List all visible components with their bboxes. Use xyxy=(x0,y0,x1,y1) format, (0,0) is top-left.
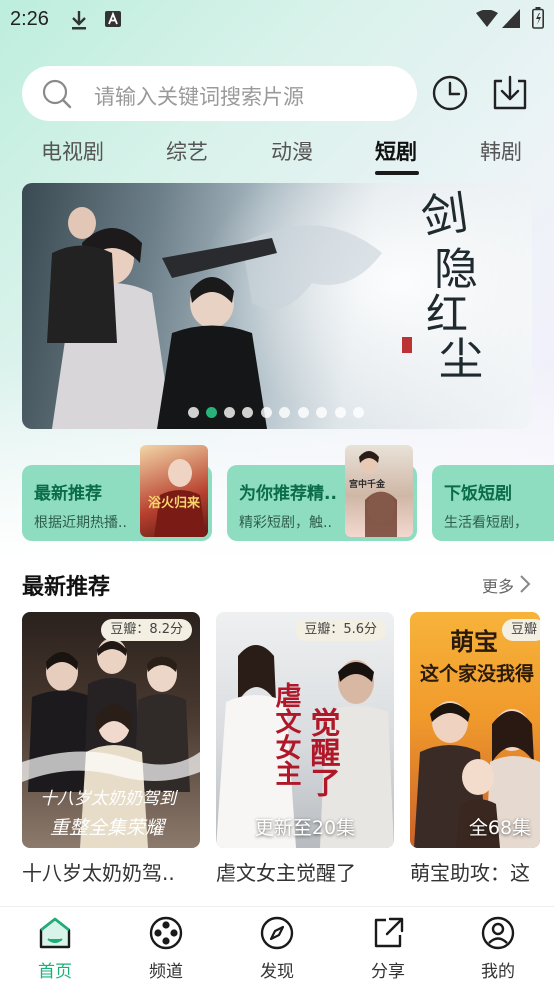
battery-icon xyxy=(532,7,544,29)
nav-home[interactable]: 首页 xyxy=(20,915,90,984)
poster-art-text: 虐文女主 xyxy=(271,682,301,786)
category-card-subtitle: 生活看短剧， xyxy=(444,515,528,531)
chevron-right-icon[interactable] xyxy=(519,574,531,594)
compass-icon xyxy=(260,916,294,950)
share-icon xyxy=(374,917,404,948)
poster-art-text: 十八岁太奶奶驾到 xyxy=(40,789,179,809)
tab-tv-series[interactable]: 电视剧 xyxy=(41,136,104,166)
download-icon[interactable] xyxy=(490,73,530,113)
nav-label: 首页 xyxy=(38,962,72,982)
episode-count: 全68集 xyxy=(468,817,532,839)
svg-text:剑: 剑 xyxy=(418,189,471,245)
banner-dot[interactable] xyxy=(188,407,199,418)
nav-discover[interactable]: 发现 xyxy=(242,915,312,984)
douban-score-badge: 豆瓣：5.6分 xyxy=(295,619,386,641)
history-clock-icon[interactable] xyxy=(430,73,470,113)
banner-dot[interactable] xyxy=(279,407,290,418)
banner-dot[interactable] xyxy=(353,407,364,418)
banner-dot[interactable] xyxy=(335,407,346,418)
nav-label: 发现 xyxy=(260,962,294,982)
category-card-title: 最新推荐 xyxy=(34,484,102,504)
banner-dot[interactable] xyxy=(261,407,272,418)
poster-art-text: 萌宝 xyxy=(450,627,498,656)
category-card-subtitle: 根据近期热播.. xyxy=(34,515,127,531)
category-poster-art: 浴火归来 xyxy=(148,459,206,537)
poster-title[interactable]: 虐文女主觉醒了 xyxy=(216,857,394,886)
banner-dot[interactable] xyxy=(242,407,253,418)
tab-short-drama[interactable]: 短剧 xyxy=(375,136,417,166)
poster-card[interactable]: 虐文女主 觉醒了 豆瓣：5.6分 更新至20集 xyxy=(216,612,394,848)
poster-artwork: 十八岁太奶奶驾到 重整全集荣耀 xyxy=(22,638,200,848)
tab-variety[interactable]: 综艺 xyxy=(166,136,208,166)
poster-title[interactable]: 萌宝助攻：这 xyxy=(410,857,544,886)
banner-dot[interactable] xyxy=(316,407,327,418)
featured-banner[interactable]: 剑 隐 红 尘 xyxy=(22,183,532,429)
nav-channels[interactable]: 频道 xyxy=(131,915,201,984)
poster-title[interactable]: 十八岁太奶奶驾.. xyxy=(22,857,200,886)
category-poster-art: 宫中千金 xyxy=(349,451,397,537)
film-reel-icon xyxy=(149,916,183,950)
poster-card[interactable]: 萌宝 这个家没我得 豆瓣 全68集 xyxy=(410,612,540,848)
svg-text:隐: 隐 xyxy=(434,244,478,295)
poster-art-text: 浴火归来 xyxy=(148,495,201,511)
banner-dot[interactable] xyxy=(224,407,235,418)
poster-art-text: 宫中千金 xyxy=(349,478,386,490)
nav-profile[interactable]: 我的 xyxy=(463,915,533,984)
banner-dot[interactable] xyxy=(298,407,309,418)
search-icon xyxy=(42,79,72,109)
category-card-subtitle: 精彩短剧，触.. xyxy=(239,515,332,531)
category-card-title: 为你推荐精.. xyxy=(239,484,337,504)
banner-dot-active[interactable] xyxy=(206,407,217,418)
status-bar: 2:26 xyxy=(0,0,554,40)
category-tabs: 电视剧 综艺 动漫 短剧 韩剧 xyxy=(0,136,554,180)
nav-label: 我的 xyxy=(481,962,515,982)
user-icon xyxy=(481,916,515,950)
tab-korean-drama[interactable]: 韩剧 xyxy=(480,136,522,166)
episode-count: 更新至20集 xyxy=(254,817,356,839)
more-link[interactable]: 更多 xyxy=(482,573,514,597)
download-notification-icon xyxy=(72,11,86,30)
category-card-meal-drama[interactable]: 下饭短剧 生活看短剧， xyxy=(432,465,554,541)
tab-anime[interactable]: 动漫 xyxy=(271,136,313,166)
category-card-poster: 宫中千金 xyxy=(345,445,413,537)
active-tab-indicator xyxy=(375,171,419,175)
nav-label: 分享 xyxy=(371,962,405,982)
section-title: 最新推荐 xyxy=(22,575,111,600)
svg-text:尘: 尘 xyxy=(439,334,483,379)
text-notification-icon xyxy=(105,11,121,27)
category-card-title: 下饭短剧 xyxy=(444,484,512,504)
search-placeholder: 请输入关键词搜索片源 xyxy=(94,85,304,109)
bottom-navigation: 首页 频道 发现 分享 我的 xyxy=(0,906,554,984)
poster-art-text: 这个家没我得 xyxy=(420,662,534,685)
category-card-poster: 浴火归来 xyxy=(140,445,208,537)
douban-score-badge: 豆瓣：8.2分 xyxy=(101,619,192,641)
nav-label: 频道 xyxy=(149,962,183,982)
svg-text:红: 红 xyxy=(426,290,468,339)
nav-share[interactable]: 分享 xyxy=(353,915,423,984)
poster-card[interactable]: 十八岁太奶奶驾到 重整全集荣耀 豆瓣：8.2分 xyxy=(22,612,200,848)
home-icon xyxy=(39,917,71,949)
status-time: 2:26 xyxy=(10,8,49,30)
search-bar[interactable]: 请输入关键词搜索片源 xyxy=(22,66,417,121)
wifi-icon xyxy=(476,10,498,27)
recommend-category-row: 最新推荐 根据近期热播.. 浴火归来 为你推荐精.. 精彩短剧，触.. 宫中千金… xyxy=(22,445,554,545)
poster-art-text: 重整全集荣耀 xyxy=(50,817,167,839)
douban-score-badge: 豆瓣 xyxy=(501,619,540,641)
signal-icon xyxy=(502,9,520,28)
poster-art-text: 觉醒了 xyxy=(305,707,341,797)
banner-title-calligraphy: 剑 隐 红 尘 xyxy=(402,189,483,379)
